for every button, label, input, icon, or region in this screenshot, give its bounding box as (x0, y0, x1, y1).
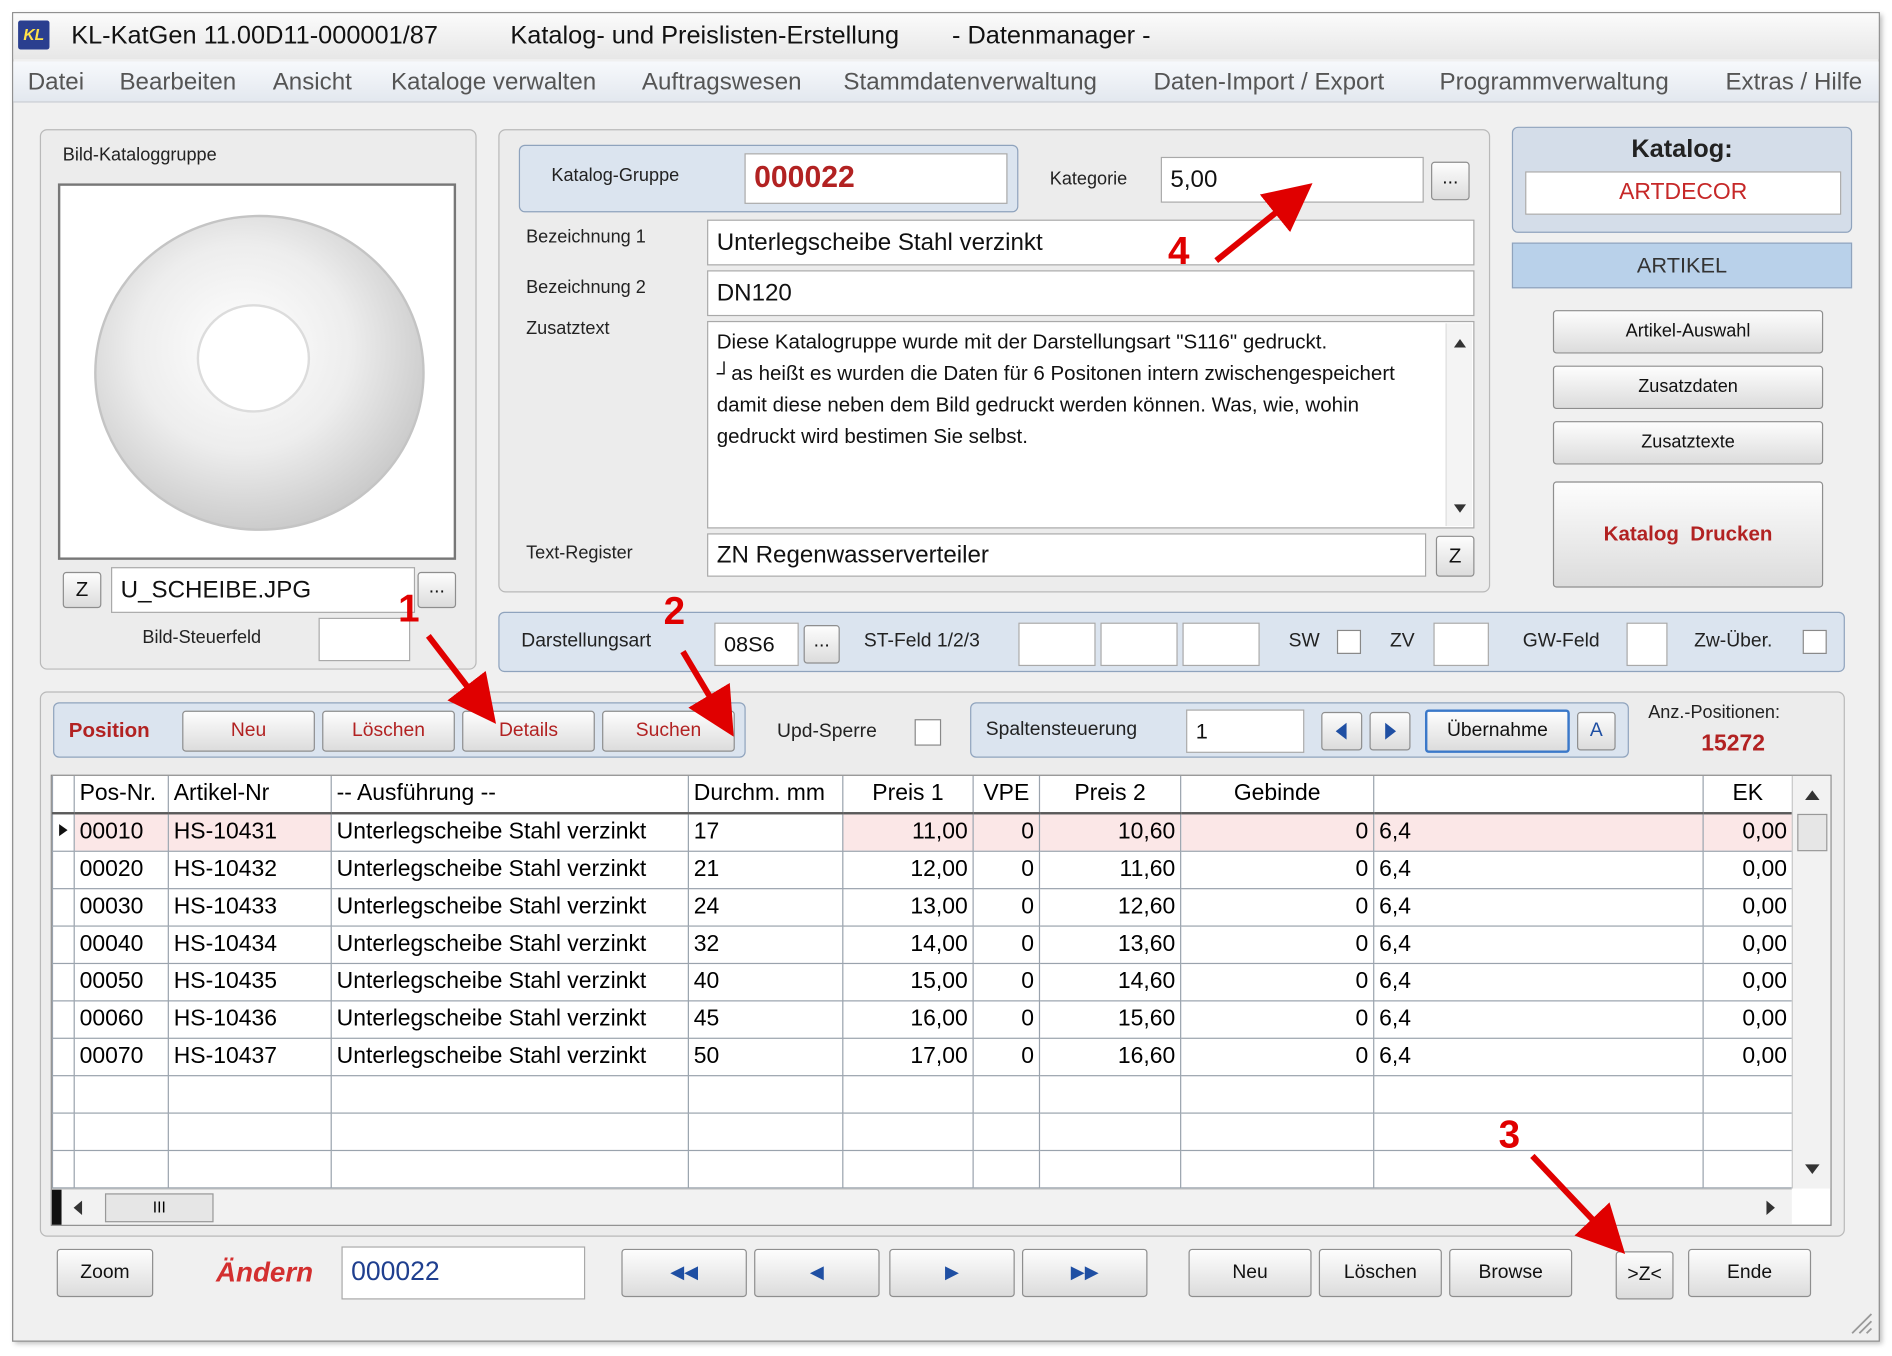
annotation-arrows (425, 183, 1626, 1254)
annotation-label-3: 3 (1498, 1112, 1521, 1156)
annotation-label-1: 1 (398, 586, 420, 630)
annotation-arrow-2 (680, 650, 734, 737)
annotation-arrow-4 (1214, 183, 1313, 263)
annotation-label-2: 2 (663, 588, 686, 633)
annotation-arrow-1 (425, 634, 497, 724)
annotation-arrow-3 (1530, 1153, 1626, 1254)
annotation-label-4: 4 (1167, 229, 1190, 273)
